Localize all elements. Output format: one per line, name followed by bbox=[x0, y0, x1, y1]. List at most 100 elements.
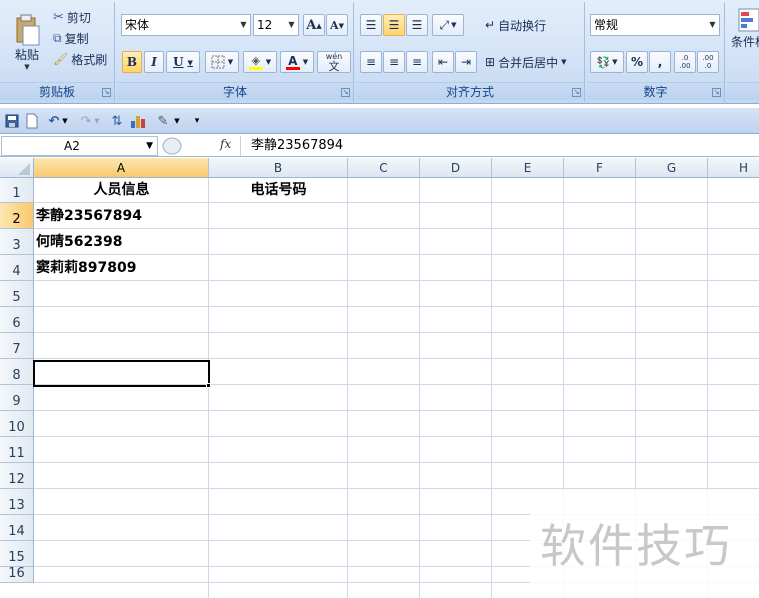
align-left-icon: ≡ bbox=[365, 55, 377, 69]
column-header-b[interactable]: B bbox=[209, 158, 348, 178]
watermark-text: 软件技巧 bbox=[540, 519, 732, 573]
name-box-value: A2 bbox=[64, 139, 80, 153]
clipboard-launcher-icon[interactable]: ↘ bbox=[102, 88, 111, 97]
cell-a3[interactable]: 何晴562398 bbox=[36, 229, 211, 255]
font-launcher-icon[interactable]: ↘ bbox=[341, 88, 350, 97]
select-all-button[interactable] bbox=[0, 158, 34, 178]
edit-dropdown-icon[interactable]: ▼ bbox=[172, 112, 182, 130]
row-header-5[interactable]: 5 bbox=[0, 281, 34, 307]
phonetic-button[interactable]: wén 文 bbox=[317, 51, 351, 73]
increase-decimal-button[interactable]: .0 .00 bbox=[674, 51, 696, 73]
row-header-2[interactable]: 2 bbox=[0, 203, 34, 229]
column-header-d[interactable]: D bbox=[420, 158, 492, 178]
row-header-6[interactable]: 6 bbox=[0, 307, 34, 333]
number-launcher-icon[interactable]: ↘ bbox=[712, 88, 721, 97]
save-icon[interactable] bbox=[3, 112, 21, 130]
alignment-group-label: 对齐方式 bbox=[356, 82, 584, 100]
align-left-button[interactable]: ≡ bbox=[360, 51, 382, 73]
decrease-indent-button[interactable]: ⇤ bbox=[432, 51, 454, 73]
column-header-e[interactable]: E bbox=[492, 158, 564, 178]
insert-function-icon[interactable]: fx bbox=[220, 137, 231, 151]
ribbon: 粘贴 ▼ ✂ 剪切 ⧉ 复制 🖌 格式刷 剪贴板 ↘ 宋体 ▼ 12 ▼ A▲ bbox=[0, 0, 759, 104]
formula-bar-resize-handle[interactable] bbox=[160, 136, 210, 156]
edit-icon[interactable]: ✎ bbox=[154, 112, 172, 130]
grow-font-button[interactable]: A ▲ bbox=[303, 14, 325, 36]
row-header-16[interactable]: 16 bbox=[0, 566, 34, 583]
italic-button[interactable]: I bbox=[144, 51, 164, 73]
row-header-7[interactable]: 7 bbox=[0, 333, 34, 359]
cell-b1[interactable]: 电话号码 bbox=[209, 178, 348, 203]
percent-button[interactable]: % bbox=[626, 51, 648, 73]
row-header-14[interactable]: 14 bbox=[0, 515, 34, 541]
row-header-13[interactable]: 13 bbox=[0, 489, 34, 515]
chart-icon[interactable] bbox=[130, 112, 148, 130]
comma-button[interactable]: , bbox=[649, 51, 671, 73]
decrease-indent-icon: ⇤ bbox=[437, 55, 449, 69]
name-box[interactable]: A2 ▼ bbox=[1, 136, 158, 156]
row-header-9[interactable]: 9 bbox=[0, 385, 34, 411]
formula-input[interactable]: 李静23567894 bbox=[240, 136, 759, 156]
sort-icon[interactable]: ⇅ bbox=[108, 112, 126, 130]
wrap-text-label: 自动换行 bbox=[498, 18, 547, 33]
increase-indent-button[interactable]: ⇥ bbox=[455, 51, 477, 73]
wrap-text-button[interactable]: ↵ 自动换行 bbox=[484, 14, 580, 36]
percent-icon: % bbox=[630, 55, 644, 69]
merge-center-button[interactable]: ⊞ 合并后居中 ▼ bbox=[484, 51, 582, 73]
decrease-decimal-button[interactable]: .00 .0 bbox=[697, 51, 719, 73]
customize-toolbar-icon[interactable]: ▾ bbox=[192, 112, 202, 130]
underline-button[interactable]: U ▼ bbox=[166, 51, 200, 73]
currency-button[interactable]: 💱 ▼ bbox=[590, 51, 624, 73]
align-right-button[interactable]: ≡ bbox=[406, 51, 428, 73]
merge-icon: ⊞ bbox=[485, 55, 496, 69]
grow-font-icon: A bbox=[306, 17, 317, 33]
column-header-c[interactable]: C bbox=[348, 158, 420, 178]
row-header-4[interactable]: 4 bbox=[0, 255, 34, 281]
undo-dropdown-icon[interactable]: ▼ bbox=[60, 112, 70, 130]
alignment-launcher-icon[interactable]: ↘ bbox=[572, 88, 581, 97]
row-header-3[interactable]: 3 bbox=[0, 229, 34, 255]
fill-color-button[interactable]: ◈ ▼ bbox=[243, 51, 277, 73]
shrink-font-button[interactable]: A ▼ bbox=[326, 14, 348, 36]
column-header-f[interactable]: F bbox=[564, 158, 636, 178]
copy-button[interactable]: ⧉ 复制 bbox=[52, 29, 112, 47]
cut-button[interactable]: ✂ 剪切 bbox=[52, 8, 112, 26]
cell-a1[interactable]: 人员信息 bbox=[34, 178, 209, 203]
borders-button[interactable]: ▼ bbox=[205, 51, 239, 73]
row-header-11[interactable]: 11 bbox=[0, 437, 34, 463]
conditional-formatting-button[interactable]: 条件格 bbox=[729, 6, 759, 62]
row-header-10[interactable]: 10 bbox=[0, 411, 34, 437]
orientation-button[interactable]: ⤢ ▼ bbox=[432, 14, 464, 36]
chevron-down-icon: ▼ bbox=[288, 20, 295, 29]
align-top-button[interactable]: ☰ bbox=[360, 14, 382, 36]
redo-dropdown-icon[interactable]: ▼ bbox=[92, 112, 102, 130]
font-size-combo[interactable]: 12 ▼ bbox=[253, 14, 299, 36]
cell-a4[interactable]: 窦莉莉897809 bbox=[36, 255, 211, 281]
cell-a2[interactable]: 李静23567894 bbox=[36, 203, 211, 229]
column-header-h[interactable]: H bbox=[708, 158, 759, 178]
row-header-12[interactable]: 12 bbox=[0, 463, 34, 489]
align-middle-button[interactable]: ☰ bbox=[383, 14, 405, 36]
clipboard-group: 粘贴 ▼ ✂ 剪切 ⧉ 复制 🖌 格式刷 剪贴板 ↘ bbox=[0, 2, 115, 102]
gridline-horizontal bbox=[34, 462, 759, 463]
font-name-combo[interactable]: 宋体 ▼ bbox=[121, 14, 251, 36]
column-header-a[interactable]: A bbox=[34, 158, 209, 178]
paste-button[interactable]: 粘贴 ▼ bbox=[6, 4, 48, 80]
new-document-icon[interactable] bbox=[23, 112, 41, 130]
row-header-8[interactable]: 8 bbox=[0, 359, 34, 385]
shrink-font-icon: A bbox=[330, 18, 339, 32]
align-center-button[interactable]: ≡ bbox=[383, 51, 405, 73]
copy-icon: ⧉ bbox=[53, 30, 62, 45]
font-color-button[interactable]: A ▼ bbox=[280, 51, 314, 73]
fill-handle[interactable] bbox=[206, 383, 211, 388]
column-header-g[interactable]: G bbox=[636, 158, 708, 178]
paste-icon bbox=[16, 14, 40, 45]
increase-indent-icon: ⇥ bbox=[460, 55, 472, 69]
active-cell-border bbox=[33, 360, 210, 387]
align-bottom-button[interactable]: ☰ bbox=[406, 14, 428, 36]
format-painter-button[interactable]: 🖌 格式刷 bbox=[52, 50, 114, 68]
row-header-1[interactable]: 1 bbox=[0, 178, 34, 203]
gridline-horizontal bbox=[34, 332, 759, 333]
bold-button[interactable]: B bbox=[122, 51, 142, 73]
row-header-15[interactable]: 15 bbox=[0, 541, 34, 567]
number-format-combo[interactable]: 常规 ▼ bbox=[590, 14, 720, 36]
